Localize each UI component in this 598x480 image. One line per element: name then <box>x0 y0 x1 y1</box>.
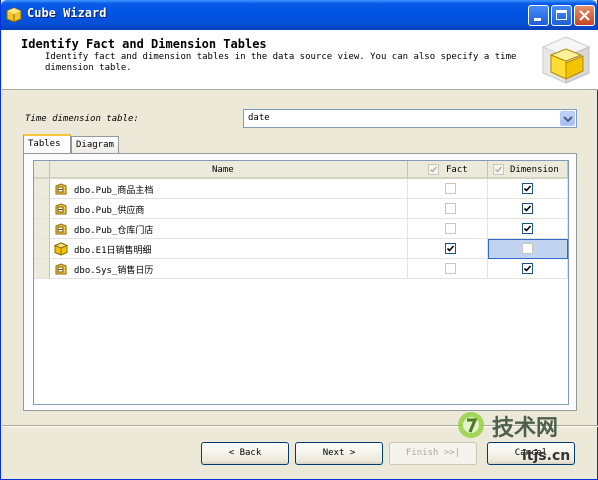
fact-header-checkbox[interactable] <box>428 164 439 175</box>
dimension-checkbox[interactable] <box>522 183 533 194</box>
next-arrow-icon: > <box>344 448 356 458</box>
dimension-cell[interactable] <box>488 199 568 219</box>
row-header[interactable] <box>34 259 50 279</box>
window-title: Cube Wizard <box>27 6 107 20</box>
minimize-button[interactable] <box>528 5 549 26</box>
chevron-down-icon <box>563 116 573 123</box>
close-button[interactable] <box>574 5 595 26</box>
column-header-name[interactable]: Name <box>50 161 408 179</box>
page-title: Identify Fact and Dimension Tables <box>21 37 267 51</box>
watermark-logo-icon <box>458 412 484 438</box>
fact-cell[interactable] <box>408 259 488 279</box>
dimension-cell[interactable] <box>488 219 568 239</box>
page-description: Identify fact and dimension tables in th… <box>45 52 517 73</box>
dimension-checkbox[interactable] <box>522 203 533 214</box>
tab-diagram-label: Diagram <box>76 140 114 150</box>
row-header[interactable] <box>34 219 50 239</box>
table-row[interactable]: dbo.E1日销售明细 <box>34 239 568 259</box>
checkmark-icon <box>523 265 532 272</box>
column-header-dimension[interactable]: Dimension <box>488 161 568 179</box>
checkmark-icon <box>523 205 532 212</box>
row-header[interactable] <box>34 179 50 199</box>
column-header-fact[interactable]: Fact <box>408 161 488 179</box>
row-header[interactable] <box>34 199 50 219</box>
table-row[interactable]: dbo.Pub_仓库门店 <box>34 219 568 239</box>
fact-table-icon <box>54 242 68 256</box>
dimension-cell[interactable] <box>488 179 568 199</box>
dimension-checkbox[interactable] <box>522 263 533 274</box>
dimension-checkbox[interactable] <box>522 223 533 234</box>
maximize-icon <box>556 10 567 20</box>
site-watermark: 技术网 itjs.cn <box>456 396 596 476</box>
next-button[interactable]: Next > <box>295 442 383 465</box>
dimension-table-icon <box>55 203 67 215</box>
time-dimension-label: Time dimension table: <box>25 114 139 124</box>
close-icon <box>579 10 590 21</box>
grid-header: Name Fact Dimension <box>34 161 568 179</box>
checkmark-icon <box>523 185 532 192</box>
dimension-cell[interactable] <box>488 259 568 279</box>
fact-cell[interactable] <box>408 239 488 259</box>
table-name-cell: dbo.Sys_销售日历 <box>50 259 408 279</box>
fact-checkbox[interactable] <box>445 263 456 274</box>
checkmark-icon <box>523 225 532 232</box>
table-name-cell: dbo.Pub_仓库门店 <box>50 219 408 239</box>
table-name-cell: dbo.E1日销售明细 <box>50 239 408 259</box>
maximize-button[interactable] <box>551 5 572 26</box>
title-bar[interactable]: Cube Wizard <box>1 0 597 30</box>
dimension-checkbox[interactable] <box>522 243 533 254</box>
tab-diagram[interactable]: Diagram <box>71 136 119 153</box>
tables-tab-panel: Name Fact Dimension dbo.Pub_商品主档 dbo.Pub… <box>23 153 577 411</box>
fact-cell[interactable] <box>408 179 488 199</box>
fact-checkbox[interactable] <box>445 223 456 234</box>
fact-checkbox[interactable] <box>445 243 456 254</box>
time-dimension-dropdown[interactable]: date <box>243 109 577 128</box>
time-dimension-value: date <box>248 113 270 123</box>
row-header-corner <box>34 161 50 179</box>
cube-app-icon <box>6 7 22 23</box>
table-row[interactable]: dbo.Pub_商品主档 <box>34 179 568 199</box>
dimension-table-icon <box>55 263 67 275</box>
table-name-cell: dbo.Pub_商品主档 <box>50 179 408 199</box>
fact-cell[interactable] <box>408 199 488 219</box>
row-header[interactable] <box>34 239 50 259</box>
checkmark-icon <box>446 245 455 252</box>
dimension-table-icon <box>55 223 67 235</box>
dimension-cell-selected[interactable] <box>488 239 568 259</box>
tab-tables[interactable]: Tables <box>23 134 71 154</box>
tables-grid[interactable]: Name Fact Dimension dbo.Pub_商品主档 dbo.Pub… <box>33 160 569 405</box>
wizard-header: Identify Fact and Dimension Tables Ident… <box>2 30 598 90</box>
minimize-icon <box>534 18 541 21</box>
dimension-header-checkbox[interactable] <box>493 164 504 175</box>
fact-cell[interactable] <box>408 219 488 239</box>
dimension-table-icon <box>55 183 67 195</box>
dropdown-button[interactable] <box>560 111 575 126</box>
table-name-cell: dbo.Pub_供应商 <box>50 199 408 219</box>
fact-checkbox[interactable] <box>445 183 456 194</box>
checkmark-icon <box>494 166 503 173</box>
table-row[interactable]: dbo.Sys_销售日历 <box>34 259 568 279</box>
tab-tables-label: Tables <box>28 139 61 149</box>
cube-wizard-graphic-icon <box>541 36 591 84</box>
back-button[interactable]: < Back <box>201 442 289 465</box>
table-row[interactable]: dbo.Pub_供应商 <box>34 199 568 219</box>
back-arrow-icon: < <box>228 448 240 458</box>
fact-checkbox[interactable] <box>445 203 456 214</box>
checkmark-icon <box>429 166 438 173</box>
cube-wizard-window: Cube Wizard Identify Fact and Dimension … <box>0 0 598 480</box>
